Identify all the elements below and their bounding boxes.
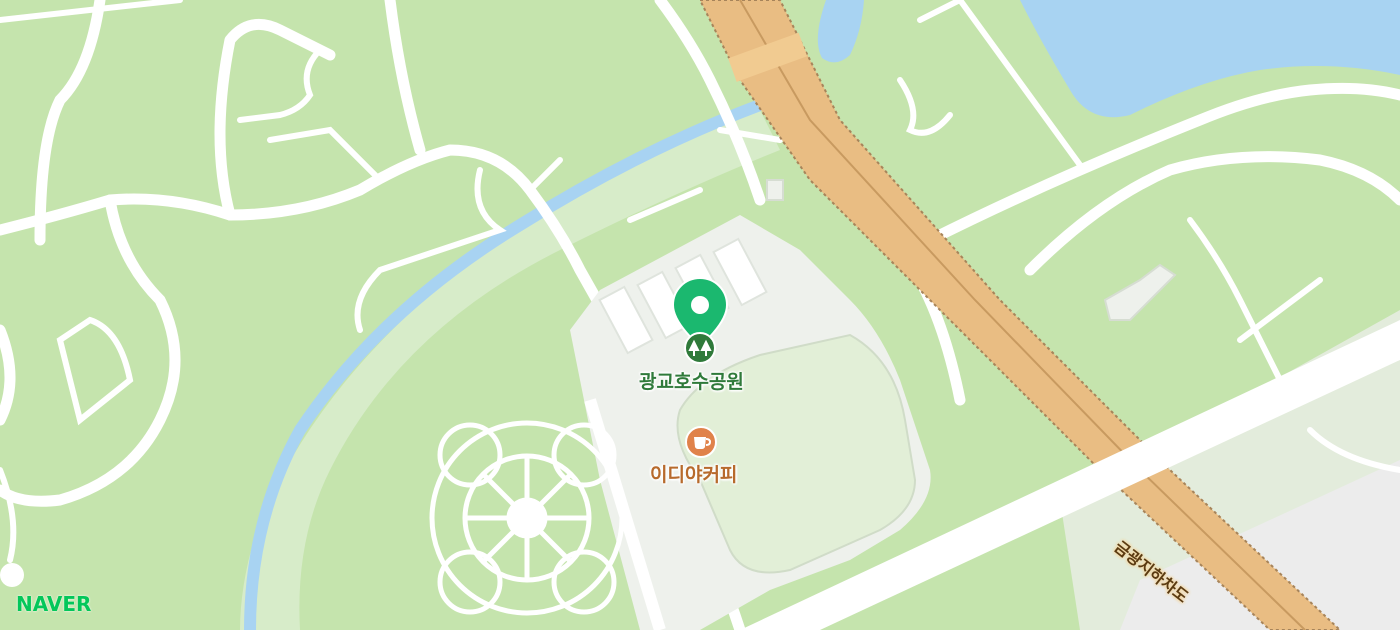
building (766, 179, 784, 201)
place-label-park[interactable]: 광교호수공원 (639, 367, 744, 394)
place-label-cafe[interactable]: 이디야커피 (650, 460, 737, 487)
park-tree-icon (684, 332, 716, 364)
selected-place-marker[interactable] (671, 276, 729, 368)
map-canvas[interactable]: 광교호수공원 이디야커피 금광지하차도 NAVER (0, 0, 1400, 630)
naver-logo: NAVER (16, 592, 92, 616)
coffee-cup-icon[interactable] (684, 425, 718, 459)
